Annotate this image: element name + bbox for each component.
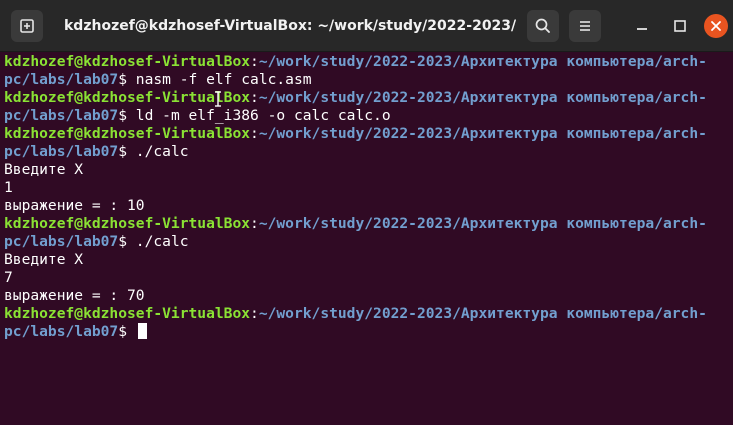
prompt-path: pc/labs/lab07 (4, 323, 119, 340)
prompt-separator: : (250, 305, 259, 322)
terminal-line: pc/labs/lab07$ ./calc (4, 143, 726, 161)
terminal-line: 7 (4, 269, 726, 287)
line-text: $ (118, 323, 136, 340)
maximize-button[interactable] (668, 14, 692, 38)
line-text: выражение = : 70 (4, 287, 145, 304)
prompt-path: pc/labs/lab07 (4, 233, 119, 250)
terminal-line: 1 (4, 179, 726, 197)
menu-button[interactable] (569, 10, 601, 42)
terminal-line: pc/labs/lab07$ (4, 323, 726, 341)
terminal-line: pc/labs/lab07$ nasm -f elf calc.asm (4, 71, 726, 89)
prompt-user: kdzhozef@kdzhosef-VirtualBox (4, 305, 251, 322)
prompt-path: ~/work/study/2022-2023/Архитектура компь… (258, 89, 707, 106)
close-button[interactable] (704, 14, 728, 38)
hamburger-menu-icon (580, 21, 590, 31)
terminal-line: kdzhozef@kdzhosef-VirtualBox:~/work/stud… (4, 215, 726, 233)
prompt-separator: : (250, 89, 259, 106)
terminal-line: pc/labs/lab07$ ./calc (4, 233, 726, 251)
prompt-separator: : (250, 53, 259, 70)
close-icon (711, 21, 721, 31)
line-text: $ ld -m elf_i386 -o calc calc.o (118, 107, 391, 124)
prompt-user: kdzhozef@kdzhosef-VirtualBox (4, 53, 251, 70)
terminal-output[interactable]: kdzhozef@kdzhosef-VirtualBox:~/work/stud… (4, 53, 726, 421)
titlebar[interactable]: kdzhozef@kdzhosef-VirtualBox: ~/work/stu… (0, 0, 733, 52)
prompt-path: ~/work/study/2022-2023/Архитектура компь… (258, 53, 707, 70)
prompt-path: ~/work/study/2022-2023/Архитектура компь… (258, 215, 707, 232)
line-text: Введите X (4, 251, 84, 268)
terminal-line: Введите X (4, 161, 726, 179)
prompt-path: pc/labs/lab07 (4, 107, 119, 124)
line-text: 7 (4, 269, 13, 286)
line-text: 1 (4, 179, 13, 196)
terminal-line: Введите X (4, 251, 726, 269)
search-icon (535, 18, 550, 33)
text-cursor-icon (215, 91, 221, 107)
prompt-path: ~/work/study/2022-2023/Архитектура компь… (258, 305, 707, 322)
prompt-user: kdzhozef@kdzhosef-VirtualBox (4, 215, 251, 232)
prompt-separator: : (250, 215, 259, 232)
terminal-line: kdzhozef@kdzhosef-VirtualBox:~/work/stud… (4, 89, 726, 107)
block-cursor (137, 323, 147, 339)
window-title: kdzhozef@kdzhosef-VirtualBox: ~/work/stu… (64, 18, 516, 34)
line-text: $ ./calc (118, 233, 189, 250)
line-text: $ nasm -f elf calc.asm (118, 71, 312, 88)
prompt-separator: : (250, 125, 259, 142)
new-tab-button[interactable] (11, 10, 43, 42)
prompt-path: pc/labs/lab07 (4, 71, 119, 88)
search-button[interactable] (527, 10, 559, 42)
line-text: $ ./calc (118, 143, 189, 160)
prompt-path: pc/labs/lab07 (4, 143, 119, 160)
prompt-path: ~/work/study/2022-2023/Архитектура компь… (258, 125, 707, 142)
line-text: выражение = : 10 (4, 197, 145, 214)
prompt-user: kdzhozef@kdzhosef-VirtualBox (4, 125, 251, 142)
minimize-icon (637, 28, 647, 30)
terminal-line: выражение = : 10 (4, 197, 726, 215)
minimize-button[interactable] (630, 14, 654, 38)
terminal-line: pc/labs/lab07$ ld -m elf_i386 -o calc ca… (4, 107, 726, 125)
terminal-line: kdzhozef@kdzhosef-VirtualBox:~/work/stud… (4, 53, 726, 71)
terminal-line: выражение = : 70 (4, 287, 726, 305)
scrollbar[interactable] (726, 53, 733, 421)
terminal-window: kdzhozef@kdzhosef-VirtualBox: ~/work/stu… (0, 0, 733, 425)
new-tab-icon (20, 19, 34, 33)
terminal-line: kdzhozef@kdzhosef-VirtualBox:~/work/stud… (4, 305, 726, 323)
line-text: Введите X (4, 161, 84, 178)
terminal-line: kdzhozef@kdzhosef-VirtualBox:~/work/stud… (4, 125, 726, 143)
maximize-icon (674, 20, 686, 32)
